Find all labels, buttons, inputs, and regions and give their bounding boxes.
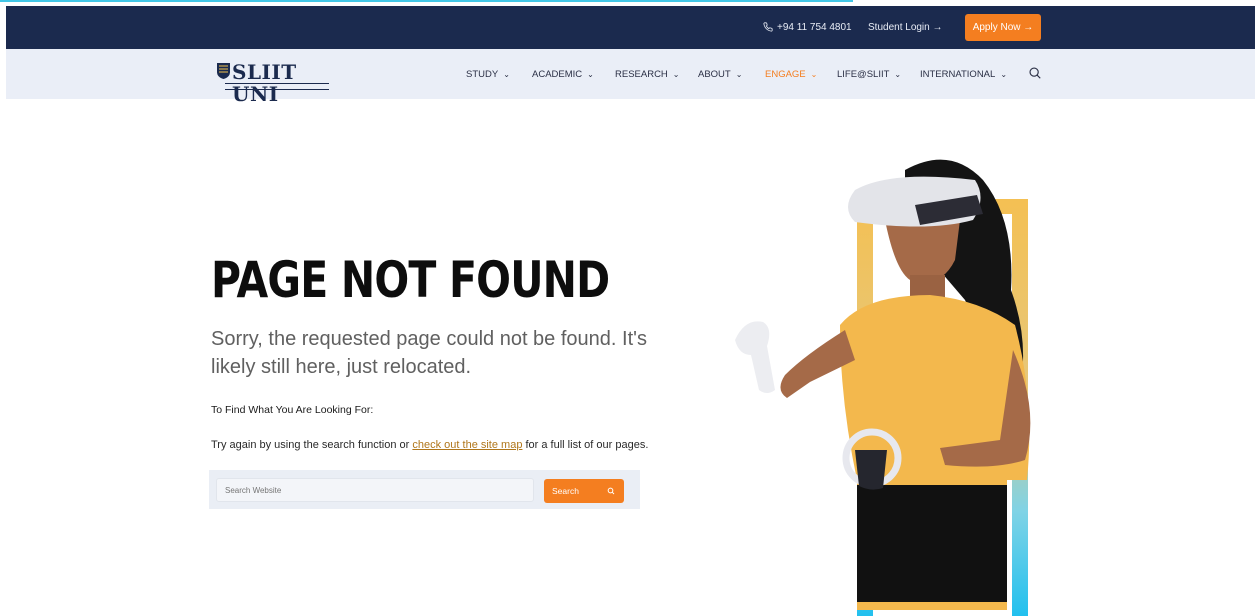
- nav-research[interactable]: RESEARCH ⌄: [615, 49, 680, 99]
- phone-icon: [763, 22, 773, 32]
- apply-now-button[interactable]: Apply Now →: [965, 14, 1041, 41]
- chevron-down-icon: ⌄: [810, 70, 818, 79]
- search-button-label: Search: [552, 486, 579, 496]
- top-accent-line: [0, 0, 853, 2]
- help-text: Try again by using the search function o…: [211, 439, 648, 451]
- nav-academic-label: ACADEMIC: [532, 69, 583, 80]
- nav-study-label: STUDY: [466, 69, 499, 80]
- search-icon: [607, 487, 615, 495]
- nav-engage[interactable]: ENGAGE ⌄: [765, 49, 817, 99]
- nav-research-label: RESEARCH: [615, 69, 668, 80]
- chevron-down-icon: ⌄: [503, 70, 510, 79]
- search-button[interactable]: Search: [544, 479, 624, 503]
- chevron-down-icon: ⌄: [1000, 70, 1008, 79]
- search-icon[interactable]: [1028, 66, 1042, 80]
- help-text-before: Try again by using the search function o…: [211, 439, 413, 451]
- page-title: PAGE NOT FOUND: [211, 251, 610, 309]
- phone-number: +94 11 754 4801: [777, 22, 852, 33]
- search-input[interactable]: [216, 478, 534, 502]
- find-label: To Find What You Are Looking For:: [211, 404, 374, 416]
- nav-life-label: LIFE@SLIIT: [837, 69, 890, 80]
- main-navigation: SLIIT UNI STUDY ⌄ ACADEMIC ⌄ RESEARCH ⌄ ABO…: [6, 49, 1255, 105]
- nav-about[interactable]: ABOUT ⌄: [698, 49, 742, 99]
- phone-link[interactable]: +94 11 754 4801: [763, 6, 852, 49]
- site-map-link[interactable]: check out the site map: [412, 439, 522, 451]
- nav-engage-label: ENGAGE: [765, 69, 806, 80]
- chevron-down-icon: ⌄: [672, 70, 680, 79]
- nav-academic[interactable]: ACADEMIC ⌄: [532, 49, 594, 99]
- chevron-down-icon: ⌄: [735, 70, 743, 79]
- crest-icon: [217, 63, 230, 79]
- top-bar: +94 11 754 4801 Student Login → Apply No…: [6, 6, 1255, 49]
- nav-about-label: ABOUT: [698, 69, 731, 80]
- logo-underline: [225, 83, 329, 90]
- chevron-down-icon: ⌄: [587, 70, 594, 79]
- student-login-link[interactable]: Student Login →: [868, 6, 943, 49]
- error-description: Sorry, the requested page could not be f…: [211, 328, 647, 378]
- nav-study[interactable]: STUDY ⌄: [466, 49, 510, 99]
- help-text-after: for a full list of our pages.: [522, 439, 649, 451]
- chevron-down-icon: ⌄: [894, 70, 902, 79]
- nav-international-label: INTERNATIONAL: [920, 69, 996, 80]
- search-form: Search: [209, 470, 640, 509]
- nav-international[interactable]: INTERNATIONAL ⌄: [920, 49, 1007, 99]
- hero-vr-illustration: [735, 159, 1031, 616]
- nav-life-at-sliit[interactable]: LIFE@SLIIT ⌄: [837, 49, 901, 99]
- sliit-logo[interactable]: SLIIT UNI: [217, 61, 335, 105]
